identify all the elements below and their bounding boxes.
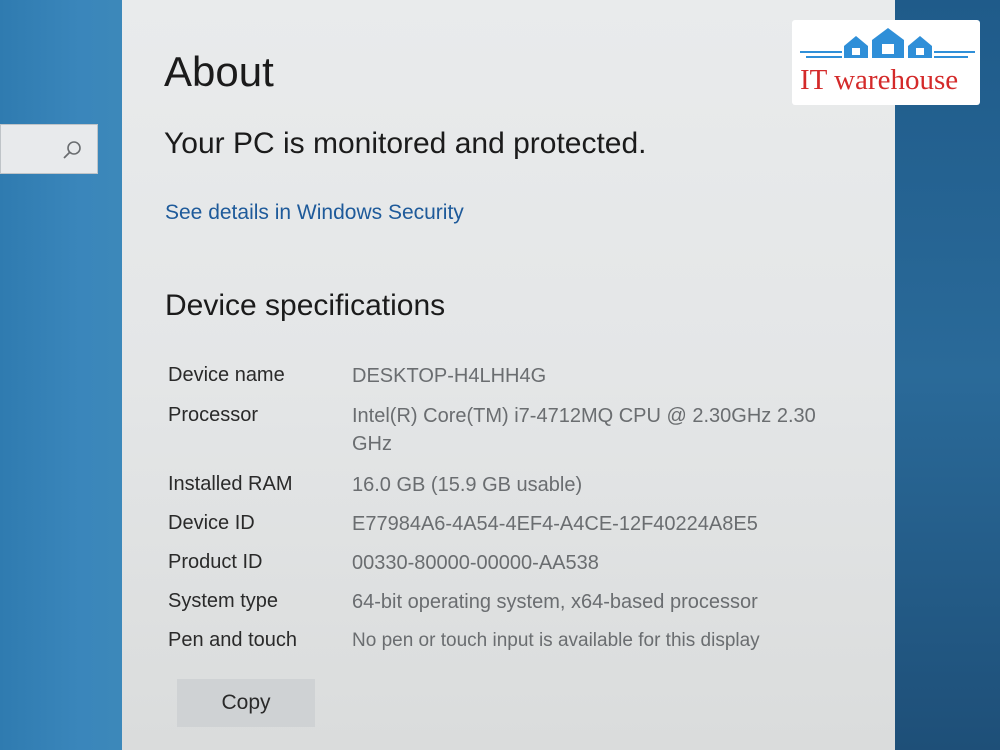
spec-label: Installed RAM [168,473,293,495]
houses-logo-icon [800,28,975,58]
copy-button[interactable]: Copy [177,679,315,727]
search-icon [63,141,81,159]
spec-label: Processor [168,404,259,426]
spec-value: 64-bit operating system, x64-based proce… [352,591,758,613]
spec-value: No pen or touch input is available for t… [352,630,760,651]
protection-status: Your PC is monitored and protected. [164,127,647,160]
it-warehouse-watermark: IT warehouse [792,20,980,105]
windows-security-link[interactable]: See details in Windows Security [165,201,464,225]
desktop-background [880,0,1000,750]
search-input[interactable] [0,124,98,174]
spec-value: 16.0 GB (15.9 GB usable) [352,474,583,496]
spec-value: DESKTOP-H4LHH4G [352,365,547,387]
spec-value: 00330-80000-00000-AA538 [352,552,599,574]
about-window: About Your PC is monitored and protected… [122,0,895,750]
device-specifications-heading: Device specifications [165,289,446,322]
watermark-text: IT warehouse [800,64,959,96]
spec-label: Device name [168,364,285,386]
spec-label: Product ID [168,551,263,573]
spec-label: Device ID [168,512,255,534]
spec-value: Intel(R) Core(TM) i7-4712MQ CPU @ 2.30GH… [352,405,816,455]
spec-label: Pen and touch [168,629,297,651]
page-title: About [164,48,274,95]
spec-label: System type [168,590,279,612]
spec-value: E77984A6-4A54-4EF4-A4CE-12F40224A8E5 [352,513,758,535]
